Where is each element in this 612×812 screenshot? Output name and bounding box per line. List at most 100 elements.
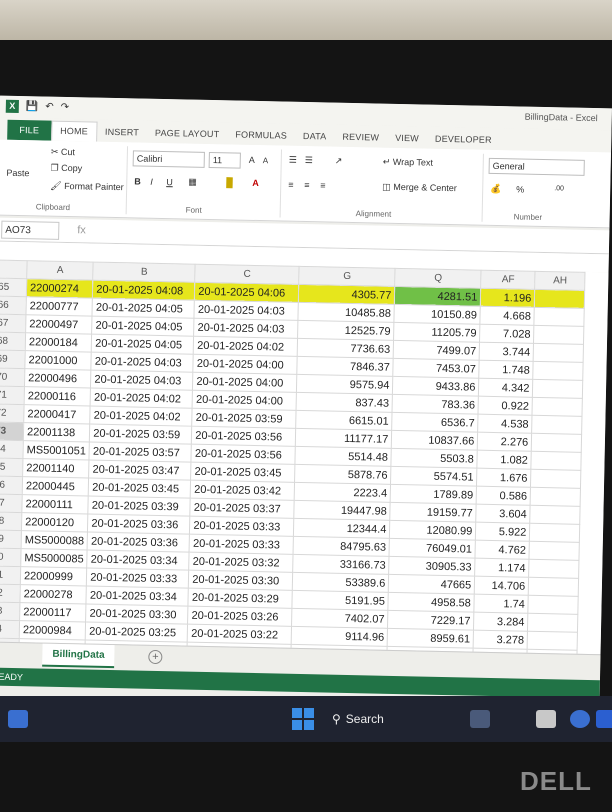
cell-c[interactable]: 20-01-2025 03:59 bbox=[192, 408, 297, 429]
cell-g[interactable]: 7736.63 bbox=[297, 338, 394, 359]
cell-g[interactable]: 9575.94 bbox=[296, 374, 394, 395]
cell-af[interactable]: 4.538 bbox=[477, 414, 533, 434]
cell-g[interactable]: 12344.4 bbox=[293, 518, 391, 539]
copy-button[interactable]: ❐ Copy bbox=[50, 163, 82, 175]
tab-formulas[interactable]: FORMULAS bbox=[227, 129, 295, 145]
cell-ah[interactable] bbox=[527, 613, 579, 633]
cell-a[interactable]: 22000274 bbox=[26, 278, 94, 299]
cell-g[interactable]: 10485.88 bbox=[298, 302, 395, 323]
grow-font-button[interactable]: A bbox=[249, 155, 255, 165]
cell-ah[interactable] bbox=[528, 595, 579, 615]
align-middle-icon[interactable]: ☰ bbox=[305, 155, 313, 166]
cell-ah[interactable] bbox=[529, 523, 581, 543]
cell-af[interactable]: 3.278 bbox=[473, 630, 528, 650]
cell-c[interactable]: 20-01-2025 04:03 bbox=[194, 300, 299, 321]
cell-a[interactable]: MS5000085 bbox=[20, 548, 88, 569]
tab-file[interactable]: FILE bbox=[7, 119, 52, 141]
cell-g[interactable]: 7402.07 bbox=[291, 608, 389, 629]
cell-a[interactable]: 22000445 bbox=[22, 476, 89, 497]
cell-g[interactable]: 9114.96 bbox=[291, 626, 388, 647]
cell-q[interactable]: 11205.79 bbox=[393, 322, 481, 343]
cell-af[interactable]: 1.74 bbox=[474, 594, 529, 614]
cell-b[interactable]: 20-01-2025 03:36 bbox=[87, 532, 190, 553]
copilot-icon[interactable] bbox=[470, 710, 490, 728]
cell-af[interactable]: 5.922 bbox=[475, 522, 531, 542]
cell-a[interactable]: MS5001051 bbox=[22, 440, 90, 461]
row-header[interactable]: 71 bbox=[0, 386, 25, 405]
cell-b[interactable]: 20-01-2025 03:34 bbox=[87, 550, 190, 571]
save-icon[interactable]: 💾 bbox=[26, 101, 39, 112]
cell-q[interactable]: 10837.66 bbox=[391, 430, 478, 451]
cell-g[interactable]: 84795.63 bbox=[293, 536, 390, 557]
task-view-icon[interactable] bbox=[536, 710, 556, 728]
worksheet-grid[interactable]: A B C G Q AF AH 65 22000274 20-01-2025 04:… bbox=[0, 259, 609, 669]
cell-a[interactable]: 22001138 bbox=[23, 422, 91, 443]
percent-button[interactable]: % bbox=[516, 184, 524, 194]
row-header[interactable]: 75 bbox=[0, 458, 23, 477]
cell-a[interactable]: 22001000 bbox=[24, 350, 92, 371]
name-box[interactable]: AO73 bbox=[1, 220, 60, 240]
cell-af[interactable]: 3.744 bbox=[479, 342, 534, 362]
fx-icon[interactable]: fx bbox=[77, 224, 86, 236]
row-header[interactable]: 81 bbox=[0, 565, 21, 585]
cell-c[interactable]: 20-01-2025 03:42 bbox=[190, 480, 295, 501]
cell-c[interactable]: 20-01-2025 04:00 bbox=[192, 390, 297, 411]
cell-g[interactable]: 11177.17 bbox=[295, 428, 392, 449]
cell-af[interactable]: 1.174 bbox=[474, 558, 530, 578]
row-header[interactable]: 72 bbox=[0, 404, 25, 423]
align-center-icon[interactable]: ≡ bbox=[304, 180, 309, 190]
decimal-icon[interactable]: .00 bbox=[554, 185, 564, 192]
align-top-icon[interactable]: ☰ bbox=[289, 155, 297, 166]
cell-b[interactable]: 20-01-2025 04:02 bbox=[90, 406, 193, 427]
cell-ah[interactable] bbox=[527, 631, 578, 651]
cell-ah[interactable] bbox=[530, 505, 581, 525]
cell-ah[interactable] bbox=[531, 433, 582, 453]
align-left-icon[interactable]: ≡ bbox=[288, 180, 293, 190]
bold-button[interactable]: B bbox=[134, 176, 141, 186]
cut-button[interactable]: ✂ Cut bbox=[51, 147, 75, 159]
row-header[interactable]: 77 bbox=[0, 494, 23, 513]
italic-button[interactable]: I bbox=[150, 177, 153, 187]
font-size-select[interactable]: 11 bbox=[208, 151, 241, 169]
cell-c[interactable]: 20-01-2025 03:33 bbox=[189, 534, 294, 555]
cell-g[interactable]: 6615.01 bbox=[295, 410, 393, 431]
cell-a[interactable]: 22000417 bbox=[23, 404, 91, 425]
app-icon[interactable] bbox=[596, 710, 612, 728]
cell-g[interactable]: 12525.79 bbox=[297, 320, 395, 341]
cell-a[interactable]: 22000117 bbox=[19, 602, 87, 623]
cell-b[interactable]: 20-01-2025 03:47 bbox=[88, 460, 192, 481]
cell-c[interactable]: 20-01-2025 03:56 bbox=[191, 444, 296, 465]
tab-view[interactable]: VIEW bbox=[387, 133, 427, 149]
cell-b[interactable]: 20-01-2025 04:05 bbox=[91, 334, 194, 355]
tab-insert[interactable]: INSERT bbox=[97, 127, 147, 143]
cell-ah[interactable] bbox=[528, 559, 580, 579]
tab-page-layout[interactable]: PAGE LAYOUT bbox=[147, 128, 228, 145]
cell-q[interactable]: 7453.07 bbox=[393, 358, 480, 379]
currency-icon[interactable]: 💰 bbox=[490, 184, 501, 195]
sheet-tab-billingdata[interactable]: BillingData bbox=[42, 643, 115, 669]
row-header[interactable]: 68 bbox=[0, 332, 26, 351]
cell-q[interactable]: 7229.17 bbox=[387, 610, 475, 631]
column-header[interactable]: G bbox=[299, 266, 396, 287]
cell-q[interactable]: 9433.86 bbox=[392, 376, 480, 397]
tab-data[interactable]: DATA bbox=[295, 131, 335, 147]
column-header[interactable]: C bbox=[195, 264, 300, 285]
cell-a[interactable]: 22000278 bbox=[19, 584, 87, 605]
cell-b[interactable]: 20-01-2025 03:59 bbox=[89, 424, 193, 445]
cell-a[interactable]: 22000111 bbox=[21, 494, 89, 515]
cell-q[interactable]: 12080.99 bbox=[389, 520, 477, 541]
row-header[interactable]: 66 bbox=[0, 296, 27, 315]
fill-color-icon[interactable]: █ bbox=[226, 177, 233, 187]
cell-c[interactable]: 20-01-2025 04:02 bbox=[193, 336, 298, 357]
cell-a[interactable]: 22000184 bbox=[25, 332, 92, 353]
cell-b[interactable]: 20-01-2025 04:03 bbox=[91, 352, 194, 373]
cell-af[interactable]: 0.586 bbox=[476, 486, 531, 506]
row-header[interactable]: 83 bbox=[0, 601, 20, 621]
row-header[interactable]: 84 bbox=[0, 619, 20, 639]
taskbar-search[interactable]: ⚲ Search bbox=[332, 708, 384, 730]
cell-af[interactable]: 4.342 bbox=[478, 378, 534, 398]
cell-af[interactable]: 1.676 bbox=[476, 468, 532, 488]
cell-q[interactable]: 8959.61 bbox=[387, 628, 474, 649]
cell-ah[interactable] bbox=[531, 415, 583, 435]
cell-b[interactable]: 20-01-2025 04:02 bbox=[90, 388, 193, 409]
